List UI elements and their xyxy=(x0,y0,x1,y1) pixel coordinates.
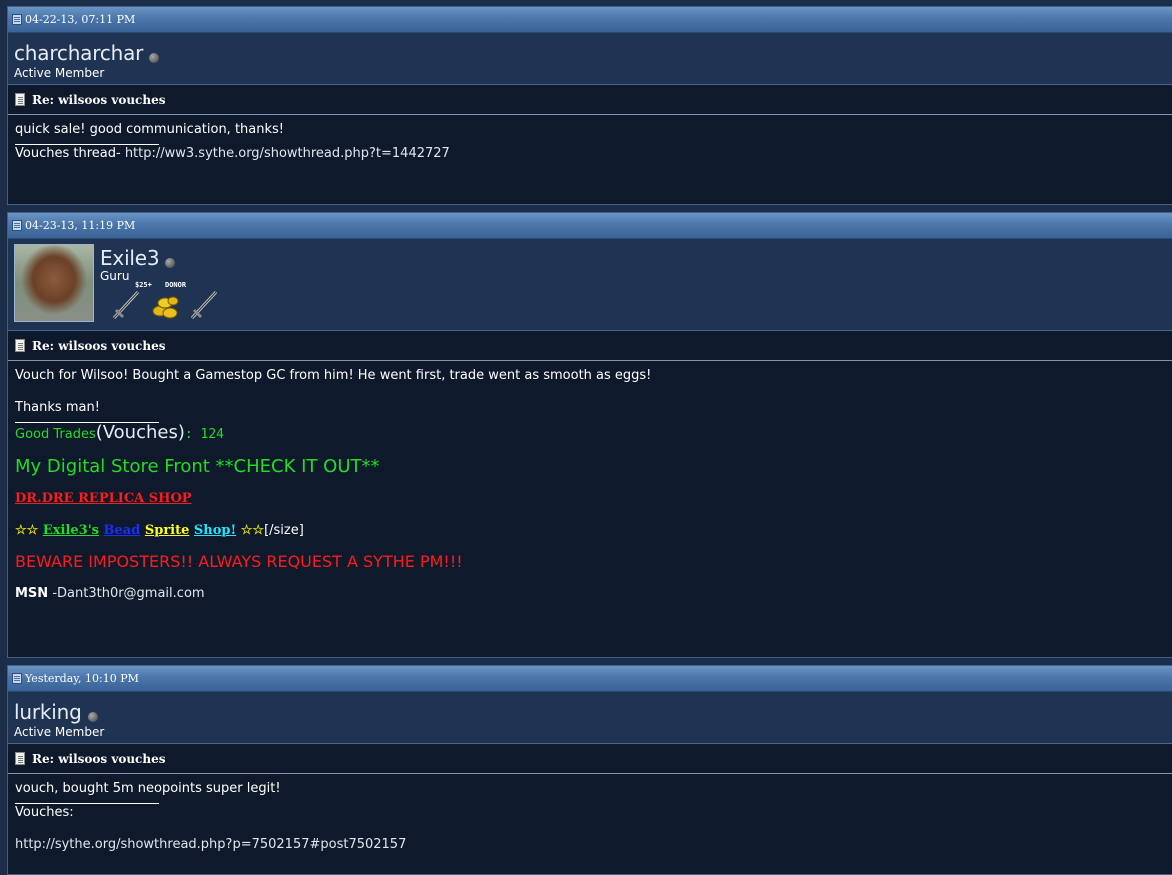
message-text: vouch, bought 5m neopoints super legit! xyxy=(15,781,281,796)
post-icon xyxy=(12,673,22,684)
post-icon xyxy=(12,14,22,25)
post-header: 04-23-13, 11:19 PM xyxy=(8,213,1172,239)
good-trades-link[interactable]: Good Trades xyxy=(15,427,96,442)
post-1: 04-22-13, 07:11 PM charcharchar Active M… xyxy=(7,6,1172,205)
signature-link[interactable]: http://ww3.sythe.org/showthread.php?t=14… xyxy=(125,146,450,161)
post-icon xyxy=(12,220,22,231)
offline-status-icon xyxy=(149,52,160,63)
message-title-row: Re: wilsoos vouches xyxy=(8,331,1172,361)
message-title: Re: wilsoos vouches xyxy=(32,338,166,353)
sprite-shop-link-exile[interactable]: Exile3's xyxy=(43,523,99,538)
signature-divider xyxy=(15,803,159,804)
post-date: 04-22-13, 07:11 PM xyxy=(25,13,136,26)
message-title: Re: wilsoos vouches xyxy=(32,92,166,107)
beware-warning: BEWARE IMPOSTERS!! ALWAYS REQUEST A SYTH… xyxy=(15,552,463,571)
post-header: Yesterday, 10:10 PM xyxy=(8,666,1172,692)
signature-label: Vouches thread- xyxy=(15,146,121,161)
user-info: charcharchar Active Member xyxy=(8,33,1172,85)
message-title: Re: wilsoos vouches xyxy=(32,751,166,766)
offline-status-icon xyxy=(165,257,176,268)
post-date: 04-23-13, 11:19 PM xyxy=(25,219,136,232)
replica-shop-link[interactable]: DR.DRE REPLICA SHOP xyxy=(15,491,1165,507)
user-title: Active Member xyxy=(14,725,105,739)
vouches-link[interactable]: (Vouches) xyxy=(96,422,185,443)
sprite-shop-link-bead[interactable]: Bead xyxy=(104,523,141,538)
sprite-shop-link-sprite[interactable]: Sprite xyxy=(145,523,190,538)
badge-label-2: DONOR xyxy=(165,281,187,289)
star-icons: ☆☆ xyxy=(15,523,39,538)
sprite-shop-link-shop[interactable]: Shop! xyxy=(194,523,236,538)
user-title: Guru xyxy=(100,269,130,283)
badge-label-1: $25+ xyxy=(135,281,152,289)
user-info: Exile3 Guru $25+ DONOR xyxy=(8,239,1172,331)
document-icon xyxy=(15,339,25,352)
user-title: Active Member xyxy=(14,66,105,80)
document-icon xyxy=(15,752,25,765)
signature-link[interactable]: http://sythe.org/showthread.php?p=750215… xyxy=(15,837,1165,853)
post-2: 04-23-13, 11:19 PM Exile3 Guru $25+ DONO… xyxy=(7,212,1172,658)
message-body: Vouch for Wilsoo! Bought a Gamestop GC f… xyxy=(8,361,1172,602)
sword-icon xyxy=(190,290,218,320)
avatar[interactable] xyxy=(14,244,94,322)
msn-value: -Dant3th0r@gmail.com xyxy=(52,586,205,601)
message-body: quick sale! good communication, thanks! … xyxy=(8,115,1172,162)
vouch-count: : 124 xyxy=(184,427,225,442)
star-icons: ☆☆ xyxy=(240,523,265,538)
message-text: Vouch for Wilsoo! Bought a Gamestop GC f… xyxy=(15,368,652,383)
message-title-row: Re: wilsoos vouches xyxy=(8,85,1172,115)
message-title-row: Re: wilsoos vouches xyxy=(8,744,1172,774)
post-header: 04-22-13, 07:11 PM xyxy=(8,7,1172,33)
sword-icon xyxy=(112,290,140,320)
offline-status-icon xyxy=(87,711,98,722)
message-text: quick sale! good communication, thanks! xyxy=(15,122,285,137)
user-info: lurking Active Member xyxy=(8,692,1172,744)
sprite-shop-line: ☆☆ Exile3's Bead Sprite Shop! ☆☆[/size] xyxy=(15,523,1165,539)
store-front-link[interactable]: My Digital Store Front **CHECK IT OUT** xyxy=(15,457,1165,477)
message-text: Thanks man! xyxy=(15,400,100,415)
username-link[interactable]: charcharchar xyxy=(14,41,143,65)
document-icon xyxy=(15,93,25,106)
msn-label: MSN xyxy=(15,586,49,601)
signature-divider xyxy=(15,144,159,145)
post-date: Yesterday, 10:10 PM xyxy=(25,672,139,685)
gold-coins-icon xyxy=(152,296,179,319)
size-tag: [/size] xyxy=(264,523,304,538)
signature-label: Vouches: xyxy=(15,805,74,820)
message-body: vouch, bought 5m neopoints super legit! … xyxy=(8,774,1172,853)
post-3: Yesterday, 10:10 PM lurking Active Membe… xyxy=(7,665,1172,875)
username-link[interactable]: lurking xyxy=(14,700,82,724)
username-link[interactable]: Exile3 xyxy=(100,246,160,270)
